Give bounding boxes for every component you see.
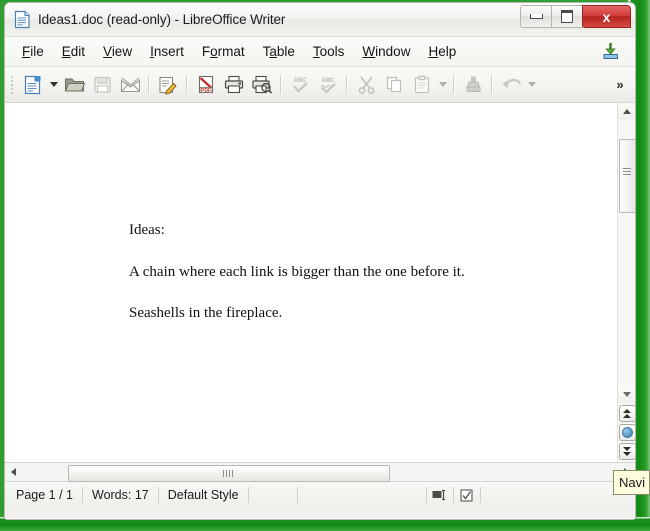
menu-item-view[interactable]: View: [94, 41, 141, 63]
scroll-left-arrow-icon: [11, 468, 16, 476]
svg-text:PDF: PDF: [201, 88, 211, 94]
cut-button: [352, 71, 380, 99]
horizontal-scroll-track[interactable]: [22, 464, 618, 482]
menu-item-window[interactable]: Window: [353, 41, 419, 63]
document-icon: [14, 10, 31, 29]
scroll-up-arrow-icon: [622, 109, 631, 114]
menu-item-file[interactable]: File: [13, 41, 53, 63]
paragraph-idea-2: Seashells in the fireplace.: [129, 305, 283, 321]
status-page-style[interactable]: Default Style: [159, 487, 249, 503]
copy-button: [380, 71, 408, 99]
status-language[interactable]: [249, 487, 298, 503]
maximize-icon: [561, 10, 573, 23]
previous-page-button[interactable]: [619, 405, 635, 422]
menu-item-edit[interactable]: Edit: [53, 41, 94, 63]
open-button[interactable]: [60, 71, 88, 99]
next-page-button[interactable]: [619, 443, 635, 460]
vertical-scrollbar[interactable]: [617, 103, 635, 462]
chevron-down-icon: [49, 82, 58, 87]
status-insert-mode[interactable]: [298, 487, 427, 503]
svg-text:ABC: ABC: [321, 78, 335, 84]
vertical-scroll-thumb[interactable]: [619, 139, 635, 213]
minimize-icon: [529, 14, 543, 19]
undo-button: [497, 71, 525, 99]
scroll-down-button[interactable]: [618, 386, 635, 403]
status-bar: Page 1 / 1 Words: 17 Default Style: [5, 482, 635, 508]
svg-text:ABC: ABC: [293, 78, 307, 84]
toolbar-separator: [346, 75, 348, 94]
menu-item-insert[interactable]: Insert: [141, 41, 193, 63]
standard-toolbar: PDF ABC ABC »: [5, 67, 635, 103]
toolbar-grip[interactable]: [9, 74, 16, 96]
undo-dropdown: [525, 71, 538, 99]
minimize-button[interactable]: [520, 5, 552, 28]
clone-formatting-button: [459, 71, 487, 99]
menu-item-help[interactable]: Help: [419, 41, 465, 63]
maximize-button[interactable]: [551, 5, 583, 28]
horizontal-scroll-thumb[interactable]: [68, 464, 390, 482]
email-button[interactable]: [116, 71, 144, 99]
selection-mode-icon[interactable]: [427, 487, 454, 503]
document-page[interactable]: Ideas: A chain where each link is bigger…: [5, 103, 618, 462]
navigation-button-group: [618, 386, 635, 462]
document-modified-icon[interactable]: [454, 487, 481, 503]
scroll-thumb-grip: [223, 469, 235, 477]
scroll-left-button[interactable]: [5, 464, 22, 481]
download-import-icon[interactable]: [601, 41, 621, 61]
status-zoom-area[interactable]: [481, 487, 635, 503]
scroll-thumb-grip: [623, 168, 631, 177]
menu-item-format[interactable]: Format: [193, 41, 254, 63]
toolbar-overflow-button[interactable]: »: [610, 73, 630, 95]
navigation-button[interactable]: [619, 424, 635, 441]
export-pdf-button[interactable]: PDF: [192, 71, 220, 99]
print-button[interactable]: [220, 71, 248, 99]
toolbar-separator: [453, 75, 455, 94]
double-down-arrow-icon: [623, 447, 632, 456]
save-button: [88, 71, 116, 99]
chevron-down-icon: [527, 82, 536, 87]
menu-bar: File Edit View Insert Format Table Tools…: [5, 37, 635, 67]
new-document-dropdown[interactable]: [47, 71, 60, 99]
status-word-count[interactable]: Words: 17: [83, 487, 159, 503]
screen: Ideas1.doc (read-only) - LibreOffice Wri…: [0, 0, 650, 531]
print-preview-button[interactable]: [248, 71, 276, 99]
paragraph-idea-1: A chain where each link is bigger than t…: [129, 263, 465, 280]
menu-item-table[interactable]: Table: [254, 41, 304, 63]
paragraph-heading: Ideas:: [129, 222, 165, 238]
title-bar[interactable]: Ideas1.doc (read-only) - LibreOffice Wri…: [5, 3, 635, 37]
menu-item-tools[interactable]: Tools: [304, 41, 354, 63]
navigation-tooltip: Navi: [613, 470, 650, 495]
paste-button: [408, 71, 436, 99]
paste-dropdown: [436, 71, 449, 99]
document-text: Ideas: A chain where each link is bigger…: [129, 221, 549, 346]
toolbar-separator: [491, 75, 493, 94]
window-title: Ideas1.doc (read-only) - LibreOffice Wri…: [38, 12, 286, 27]
spelling-button: ABC: [286, 71, 314, 99]
chevron-down-icon: [438, 82, 447, 87]
document-area: Ideas: A chain where each link is bigger…: [5, 103, 635, 463]
toolbar-separator: [186, 75, 188, 94]
autospellcheck-button: ABC: [314, 71, 342, 99]
toolbar-separator: [148, 75, 150, 94]
close-button[interactable]: x: [582, 5, 631, 28]
edit-mode-button[interactable]: [154, 71, 182, 99]
libreoffice-writer-window: Ideas1.doc (read-only) - LibreOffice Wri…: [4, 2, 636, 520]
navigation-circle-icon: [622, 427, 633, 438]
double-up-arrow-icon: [623, 409, 632, 418]
horizontal-scrollbar[interactable]: [5, 463, 635, 482]
toolbar-separator: [280, 75, 282, 94]
status-page-count[interactable]: Page 1 / 1: [5, 487, 83, 503]
window-controls: x: [520, 5, 631, 28]
new-document-button[interactable]: [19, 71, 47, 99]
scroll-down-arrow-icon: [622, 392, 631, 397]
scroll-up-button[interactable]: [618, 103, 635, 120]
